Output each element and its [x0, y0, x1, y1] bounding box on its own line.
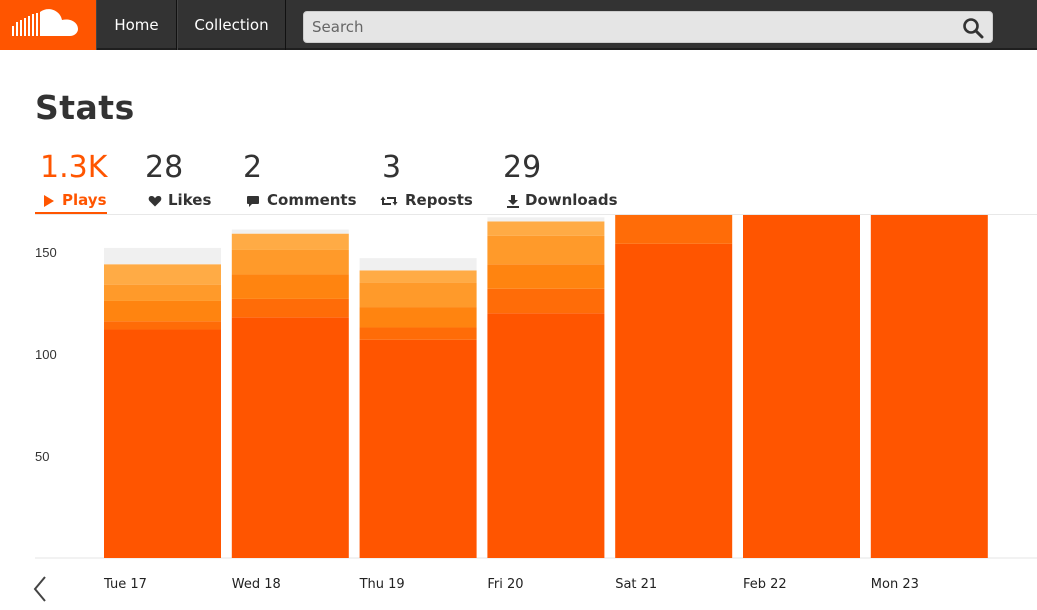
bar-segment[interactable]: [104, 284, 221, 301]
tab-reposts[interactable]: 3 Reposts: [380, 150, 473, 214]
bar-segment[interactable]: [231, 317, 349, 558]
bar-segment[interactable]: [487, 235, 605, 265]
reposts-label: Reposts: [405, 191, 473, 209]
y-tick-label: 150: [35, 245, 57, 260]
bar-segment[interactable]: [487, 288, 605, 314]
x-tick-label: Tue 17: [103, 577, 147, 592]
comments-label: Comments: [267, 191, 357, 209]
bar-segment[interactable]: [231, 233, 349, 250]
plays-count: 1.3K: [40, 150, 108, 185]
comment-icon: [247, 196, 259, 207]
tab-likes[interactable]: 28 Likes: [145, 150, 215, 214]
bar-segment[interactable]: [359, 258, 477, 271]
bar-segment[interactable]: [743, 215, 860, 558]
bar-segment[interactable]: [487, 217, 605, 222]
bar-segment[interactable]: [104, 247, 221, 265]
x-tick-label: Fri 20: [487, 577, 523, 592]
bar-segment[interactable]: [231, 274, 349, 299]
bar-segment[interactable]: [487, 221, 605, 236]
y-axis: 50100150200250300: [35, 245, 57, 464]
bars-group: [104, 215, 988, 559]
top-navigation-bar: Home Collection: [0, 0, 1037, 50]
search-icon[interactable]: [962, 17, 984, 39]
downloads-count: 29: [503, 150, 542, 185]
bar-segment[interactable]: [104, 264, 221, 285]
bar-segment[interactable]: [359, 270, 477, 283]
nav-home[interactable]: Home: [96, 0, 177, 50]
x-tick-label: Mon 23: [871, 577, 919, 592]
tab-plays[interactable]: 1.3K Plays: [35, 150, 107, 214]
bar-segment[interactable]: [359, 339, 477, 558]
bar-segment[interactable]: [359, 282, 477, 308]
heart-icon: [148, 196, 162, 207]
tab-comments[interactable]: 2 Comments: [243, 150, 357, 214]
play-icon: [44, 195, 54, 207]
bar-segment[interactable]: [231, 249, 349, 275]
x-axis: Tue 17 Wed 18 Thu 19 Fri 20 Sat 21 Feb 22 Mon …: [103, 577, 919, 592]
bar-segment[interactable]: [487, 264, 605, 289]
x-tick-label: Sat 21: [615, 577, 657, 592]
bar-segment[interactable]: [487, 313, 605, 558]
download-icon: [507, 195, 519, 208]
x-tick-label: Thu 19: [359, 577, 405, 592]
plays-chart: 50100150200250300 Tue 17Wed 18Thu 19Fri …: [35, 215, 1037, 592]
y-tick-label: 50: [35, 449, 49, 464]
bar-segment[interactable]: [615, 243, 733, 558]
bar-segment[interactable]: [231, 298, 349, 318]
bar-segment[interactable]: [359, 307, 477, 328]
x-tick-label: Wed 18: [232, 577, 281, 592]
bar-segment[interactable]: [104, 300, 221, 322]
page-title: Stats: [35, 88, 135, 127]
comments-count: 2: [243, 150, 263, 185]
downloads-label: Downloads: [525, 191, 618, 209]
search-input[interactable]: [304, 12, 954, 42]
bar-segment[interactable]: [870, 215, 988, 559]
soundcloud-logo[interactable]: [0, 0, 96, 50]
bar-segment[interactable]: [231, 229, 349, 234]
bar-segment[interactable]: [104, 321, 221, 330]
y-tick-label: 100: [35, 347, 57, 362]
search-box: [303, 11, 993, 43]
plays-label: Plays: [62, 191, 107, 209]
tab-downloads[interactable]: 29 Downloads: [503, 150, 618, 214]
previous-arrow-icon[interactable]: [30, 575, 50, 603]
repost-icon: [380, 196, 398, 206]
bar-segment[interactable]: [359, 327, 477, 340]
cloud-icon: [12, 9, 78, 36]
nav-collection[interactable]: Collection: [177, 0, 286, 50]
x-tick-label: Feb 22: [743, 577, 787, 592]
reposts-count: 3: [382, 150, 402, 185]
bar-segment[interactable]: [615, 215, 733, 244]
likes-count: 28: [145, 150, 184, 185]
likes-label: Likes: [168, 191, 212, 209]
bar-segment[interactable]: [104, 329, 221, 558]
